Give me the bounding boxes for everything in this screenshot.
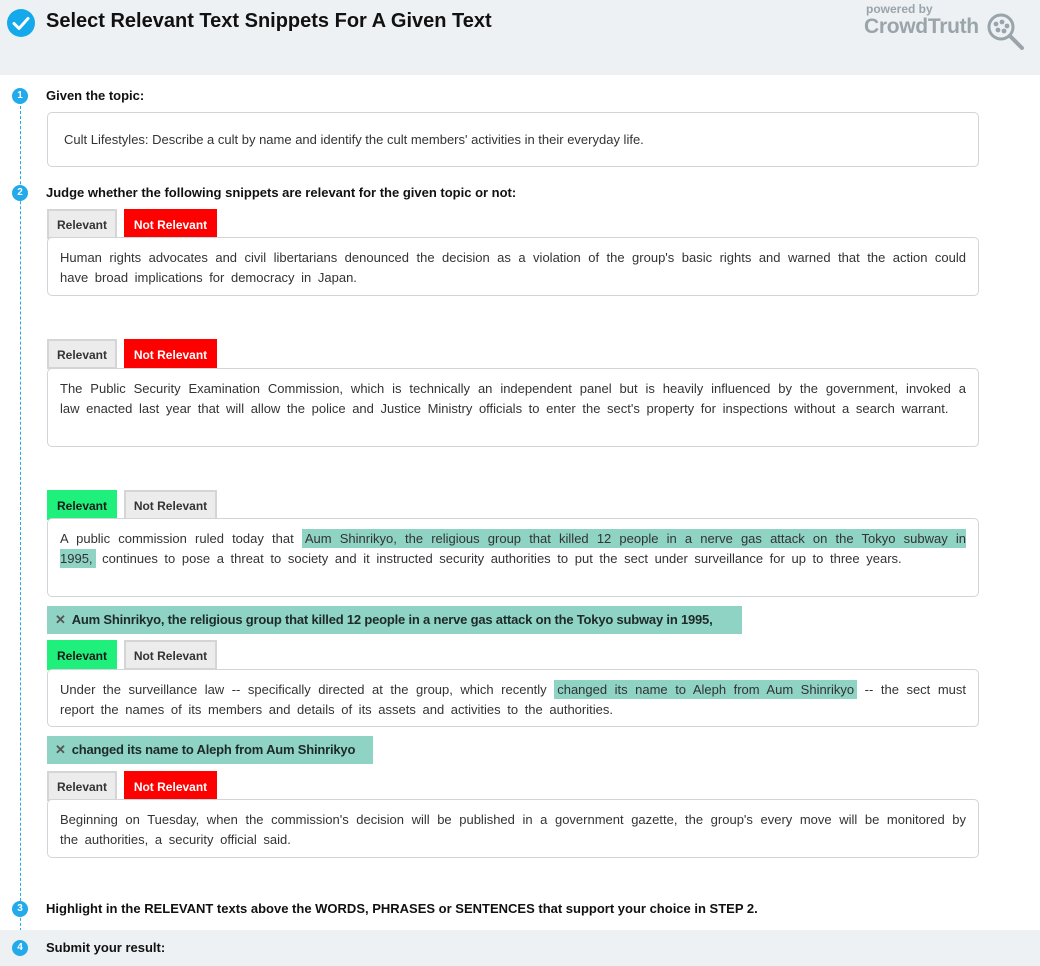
snippet-box[interactable]: The Public Security Examination Commissi…	[47, 368, 979, 447]
snippet-text-after: continues to pose a threat to society an…	[102, 551, 902, 566]
not-relevant-button[interactable]: Not Relevant	[124, 640, 217, 670]
snippet-box[interactable]: Under the surveillance law -- specifical…	[47, 669, 979, 727]
logo-name: CrowdTruth	[864, 15, 979, 38]
step-2-label: Judge whether the following snippets are…	[46, 185, 517, 200]
snippet-text: Human rights advocates and civil liberta…	[60, 250, 966, 285]
relevant-button[interactable]: Relevant	[47, 771, 117, 801]
header: Select Relevant Text Snippets For A Give…	[0, 0, 1040, 75]
relevant-button[interactable]: Relevant	[47, 490, 117, 520]
snippet-text: The Public Security Examination Commissi…	[60, 381, 966, 416]
snippet-box[interactable]: Beginning on Tuesday, when the commissio…	[47, 799, 979, 858]
step-1-label: Given the topic:	[46, 88, 145, 103]
relevant-button[interactable]: Relevant	[47, 640, 117, 670]
step-1-badge: 1	[12, 88, 28, 104]
topic-text: Cult Lifestyles: Describe a cult by name…	[64, 132, 644, 147]
topic-box: Cult Lifestyles: Describe a cult by name…	[47, 112, 979, 167]
step-3-label: Highlight in the RELEVANT texts above th…	[46, 901, 758, 916]
logo-powered-by: powered by	[866, 2, 933, 16]
check-icon	[7, 9, 35, 37]
snippet-box[interactable]: A public commission ruled today that Aum…	[47, 518, 979, 597]
step-2-badge: 2	[12, 185, 28, 201]
magnifier-icon	[987, 13, 1024, 50]
step-3-badge: 3	[12, 901, 28, 917]
snippet-highlight[interactable]: changed its name to Aleph from Aum Shinr…	[554, 680, 858, 699]
highlight-chip: ✕ Aum Shinrikyo, the religious group that…	[47, 606, 742, 634]
not-relevant-button[interactable]: Not Relevant	[124, 490, 217, 520]
snippet-text-before: A public commission ruled today that	[60, 531, 294, 546]
page-title: Select Relevant Text Snippets For A Give…	[46, 10, 492, 32]
step-timeline	[20, 96, 21, 956]
not-relevant-button[interactable]: Not Relevant	[124, 339, 217, 369]
remove-highlight-icon[interactable]: ✕	[55, 612, 66, 627]
relevant-button[interactable]: Relevant	[47, 339, 117, 369]
relevant-button[interactable]: Relevant	[47, 209, 117, 239]
not-relevant-button[interactable]: Not Relevant	[124, 209, 217, 239]
not-relevant-button[interactable]: Not Relevant	[124, 771, 217, 801]
snippet-box[interactable]: Human rights advocates and civil liberta…	[47, 237, 979, 296]
crowdtruth-logo: powered by CrowdTruth	[864, 2, 1034, 52]
highlight-chip-text: Aum Shinrikyo, the religious group that …	[71, 612, 713, 627]
highlight-chip-text: changed its name to Aleph from Aum Shinr…	[71, 742, 356, 757]
step-4-label: Submit your result:	[46, 940, 166, 955]
step-4-badge: 4	[12, 940, 28, 956]
snippet-text-before: Under the surveillance law -- specifical…	[60, 682, 547, 697]
highlight-chip: ✕ changed its name to Aleph from Aum Shin…	[47, 736, 373, 764]
snippet-text: Beginning on Tuesday, when the commissio…	[60, 812, 966, 847]
remove-highlight-icon[interactable]: ✕	[55, 742, 66, 757]
